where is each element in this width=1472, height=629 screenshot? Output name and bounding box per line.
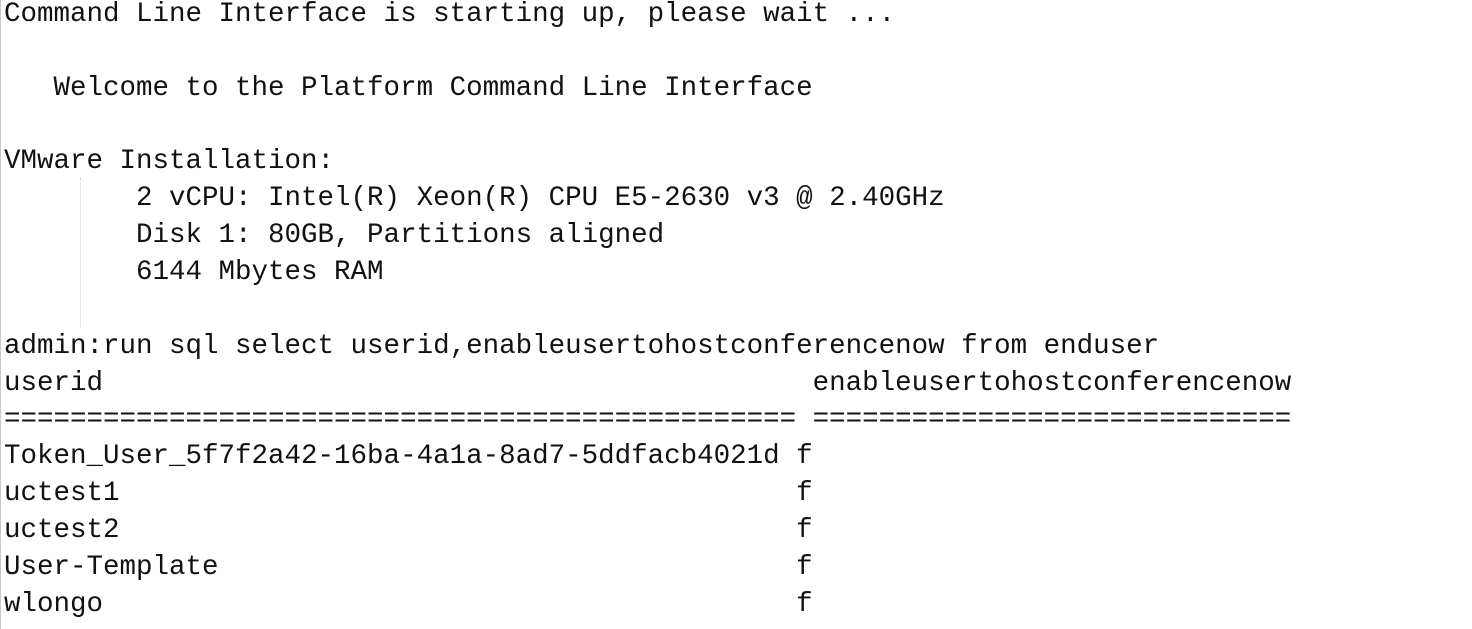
table-row: uctest1 f bbox=[4, 478, 813, 509]
startup-message: Command Line Interface is starting up, p… bbox=[4, 0, 896, 30]
table-row: Token_User_5f7f2a42-16ba-4a1a-8ad7-5ddfa… bbox=[4, 441, 813, 472]
table-header: userid enableusertohostconferencenow bbox=[4, 368, 1292, 399]
command-prompt-line[interactable]: admin:run sql select userid,enableuserto… bbox=[4, 332, 1159, 369]
cpu-info: 2 vCPU: Intel(R) Xeon(R) CPU E5-2630 v3 … bbox=[4, 183, 945, 214]
table-row: User-Template f bbox=[4, 552, 813, 583]
terminal-window[interactable]: Command Line Interface is starting up, p… bbox=[0, 0, 1472, 629]
install-heading: VMware Installation: bbox=[4, 146, 335, 177]
ram-info: 6144 Mbytes RAM bbox=[4, 257, 384, 288]
table-row: wlongo f bbox=[4, 589, 813, 620]
disk-info: Disk 1: 80GB, Partitions aligned bbox=[4, 220, 665, 251]
table-separator: ========================================… bbox=[4, 404, 1292, 435]
welcome-message: Welcome to the Platform Command Line Int… bbox=[4, 73, 813, 104]
table-row: uctest2 f bbox=[4, 515, 813, 546]
